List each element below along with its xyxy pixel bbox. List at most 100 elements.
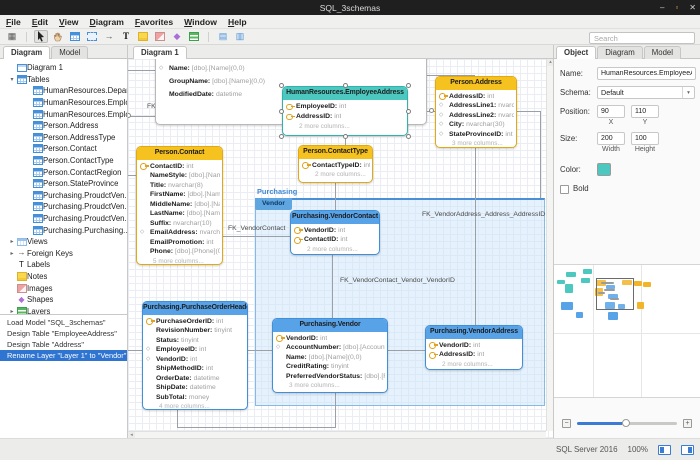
horizontal-scrollbar[interactable]: ◂ (128, 431, 546, 438)
history-item[interactable]: Design Table "EmployeeAddress" (0, 328, 127, 339)
sidebar-item-diagram-1[interactable]: Diagram 1 (0, 62, 127, 74)
sidebar-item-labels[interactable]: TLabels (0, 259, 127, 271)
size-height-field[interactable] (631, 132, 659, 145)
foreign-key-icon[interactable]: → (102, 30, 116, 43)
column-row: NameStyle:[dbo].[NameSt... (140, 171, 220, 181)
size-width-field[interactable] (597, 132, 625, 145)
entity-purchasing-vendor[interactable]: Purchasing.VendorVendorID:int◇AccountNum… (272, 318, 388, 393)
zoom-out-icon[interactable]: − (562, 419, 571, 428)
minimap[interactable] (554, 264, 700, 398)
note-tool-icon[interactable] (136, 30, 150, 43)
sidebar-item-purchasing-purchasing-[interactable]: Purchasing.Purchasing... (0, 224, 127, 236)
menu-view[interactable]: View (59, 17, 78, 27)
layer-name-tab[interactable]: Vendor (255, 198, 292, 210)
entity-purchasing-purchaseorderheader[interactable]: Purchasing.PurchaseOrderHeaderPurchaseOr… (142, 301, 248, 410)
history-item[interactable]: Load Model "SQL_3schemas" (0, 317, 127, 328)
history-item[interactable]: Design Table "Address" (0, 339, 127, 350)
close-icon[interactable]: ✕ (689, 3, 696, 12)
entity-humanresources-employeeaddress[interactable]: HumanResources.EmployeeAddressEmployeeID… (282, 86, 408, 136)
selection-handle[interactable] (406, 134, 411, 139)
zoom-slider-knob[interactable] (622, 419, 630, 427)
disclosure-icon[interactable]: ▾ (8, 76, 16, 83)
minimap-viewport[interactable] (596, 278, 634, 310)
shape-tool-icon[interactable]: ◆ (170, 30, 184, 43)
menu-edit[interactable]: Edit (32, 17, 48, 27)
entity-person-contact[interactable]: Person.ContactContactID:intNameStyle:[db… (136, 146, 223, 265)
sidebar-item-purchasing-proudctven-[interactable]: Purchasing.ProudctVen... (0, 213, 127, 225)
sidebar-item-purchasing-proudctven-[interactable]: Purchasing.ProudctVen... (0, 190, 127, 202)
selection-handle[interactable] (279, 109, 284, 114)
toggle-inspector-icon[interactable] (681, 445, 694, 455)
selection-handle[interactable] (279, 83, 284, 88)
sidebar-item-notes[interactable]: Notes (0, 271, 127, 283)
entity-purchasing-vendoraddress[interactable]: Purchasing.VendorAddressVendorID:intAddr… (425, 325, 523, 370)
sidebar-item-shapes[interactable]: ◆Shapes (0, 294, 127, 306)
bold-checkbox[interactable] (560, 185, 569, 194)
sidebar-item-humanresources-emplo-[interactable]: HumanResources.Emplo... (0, 97, 127, 109)
tab-model[interactable]: Model (51, 46, 88, 59)
sidebar-item-person-contacttype[interactable]: Person.ContactType (0, 155, 127, 167)
selection-handle[interactable] (406, 109, 411, 114)
menu-file[interactable]: File (6, 17, 21, 27)
sidebar-item-tables[interactable]: ▾Tables (0, 74, 127, 86)
sidebar-item-person-address[interactable]: Person.Address (0, 120, 127, 132)
disclosure-icon[interactable]: ▸ (8, 238, 16, 245)
sidebar-item-images[interactable]: Images (0, 282, 127, 294)
tab-model-props[interactable]: Model (644, 46, 681, 59)
sidebar-item-person-stateprovince[interactable]: Person.StateProvince (0, 178, 127, 190)
save-icon[interactable]: ▦ (5, 30, 19, 43)
position-x-field[interactable] (597, 105, 625, 118)
selection-handle[interactable] (343, 83, 348, 88)
sidebar-item-humanresources-depar-[interactable]: HumanResources.Depar... (0, 85, 127, 97)
schema-select[interactable]: Default ▾ (597, 86, 695, 99)
tab-object[interactable]: Object (556, 46, 596, 59)
sidebar-item-person-contactregion[interactable]: Person.ContactRegion (0, 166, 127, 178)
search-input[interactable] (589, 32, 695, 44)
entity-person-address[interactable]: Person.AddressAddressID:int◇AddressLine1… (435, 76, 517, 148)
sidebar-item-person-contact[interactable]: Person.Contact (0, 143, 127, 155)
color-swatch[interactable] (597, 163, 611, 176)
diagram-canvas[interactable]: ▴ ◂ PurchasingVendorFK_EmployeeAddress_E… (128, 59, 553, 438)
scroll-up-icon[interactable]: ▴ (547, 59, 553, 66)
entity-person-contacttype[interactable]: Person.ContactTypeContactTypeID:int2 mor… (298, 145, 373, 183)
toggle-sidebar-icon[interactable] (658, 445, 671, 455)
minimize-icon[interactable]: – (660, 3, 664, 12)
sidebar-item-foreign-keys[interactable]: ▸→Foreign Keys (0, 248, 127, 260)
zoom-slider[interactable] (577, 422, 677, 425)
name-field[interactable] (597, 67, 696, 80)
scroll-left-icon[interactable]: ◂ (128, 432, 135, 438)
tree-item-label: Person.ContactType (43, 156, 114, 165)
sidebar-item-layers[interactable]: ▸Layers (0, 305, 127, 314)
layers-tool-icon[interactable] (187, 30, 201, 43)
new-layer-icon[interactable] (85, 30, 99, 43)
selection-handle[interactable] (279, 134, 284, 139)
entity-purchasing-vendorcontact[interactable]: Purchasing.VendorContactVendorID:intCont… (290, 210, 380, 255)
disclosure-icon[interactable]: ▸ (8, 250, 16, 257)
index-column-icon: ◇ (439, 101, 449, 111)
zoom-in-icon[interactable]: + (683, 419, 692, 428)
tab-diagram-1[interactable]: Diagram 1 (133, 46, 187, 59)
position-y-field[interactable] (631, 105, 659, 118)
tab-diagram-props[interactable]: Diagram (597, 46, 642, 59)
print-preview-icon[interactable]: ▥ (233, 30, 247, 43)
hand-tool-icon[interactable] (51, 30, 65, 43)
cursor-tool-icon[interactable] (34, 30, 48, 43)
export-model-icon[interactable]: ▤ (216, 30, 230, 43)
sidebar-item-humanresources-emplo-[interactable]: HumanResources.Emplo... (0, 108, 127, 120)
sidebar-item-purchasing-proudctven-[interactable]: Purchasing.ProudctVen... (0, 201, 127, 213)
image-tool-icon[interactable] (153, 30, 167, 43)
history-item[interactable]: Rename Layer "Layer 1" to "Vendor" (0, 350, 127, 361)
vertical-scrollbar[interactable]: ▴ (546, 59, 553, 431)
label-tool-icon[interactable]: T (119, 30, 133, 43)
selection-handle[interactable] (406, 83, 411, 88)
sidebar-item-views[interactable]: ▸Views (0, 236, 127, 248)
menu-favorites[interactable]: Favorites (135, 17, 173, 27)
sidebar-item-person-addresstype[interactable]: Person.AddressType (0, 132, 127, 144)
menu-help[interactable]: Help (228, 17, 247, 27)
selection-handle[interactable] (343, 134, 348, 139)
menu-window[interactable]: Window (184, 17, 217, 27)
tab-diagram[interactable]: Diagram (3, 46, 50, 59)
maximize-icon[interactable]: ▫ (675, 3, 678, 12)
menu-diagram[interactable]: Diagram (89, 17, 123, 27)
new-table-icon[interactable] (68, 30, 82, 43)
